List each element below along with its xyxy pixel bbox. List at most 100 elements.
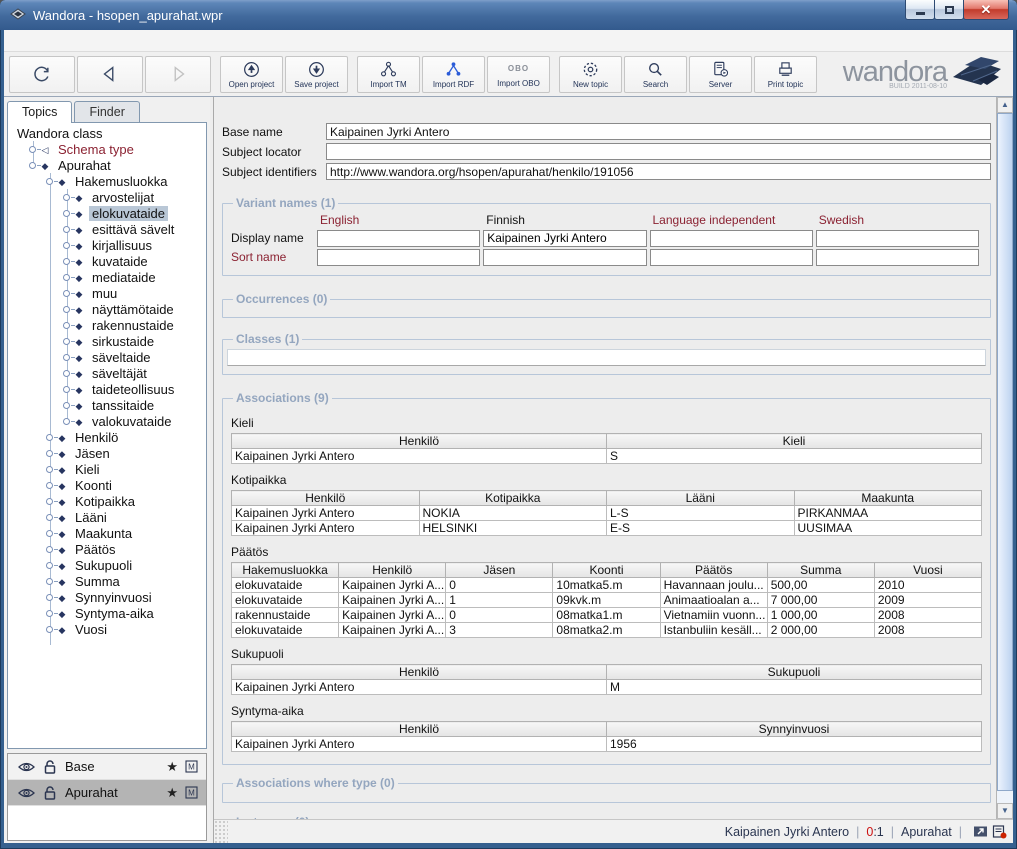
table-cell[interactable]: Kaipainen Jyrki Antero	[232, 737, 607, 752]
close-button[interactable]: ✕	[963, 0, 1009, 20]
tree-expand-handle[interactable]	[63, 210, 70, 217]
table-cell[interactable]: elokuvataide	[232, 593, 339, 608]
column-header[interactable]: Hakemusluokka	[232, 563, 339, 578]
tree-expand-handle[interactable]	[46, 450, 53, 457]
open-project-button[interactable]: Open project	[220, 56, 283, 93]
forward-button[interactable]	[145, 56, 211, 93]
tree-item[interactable]: ◆Kotipaikka	[8, 493, 206, 509]
association-type-label[interactable]: Kieli	[231, 416, 982, 430]
table-row[interactable]: rakennustaideKaipainen Jyrki A...008matk…	[232, 608, 982, 623]
table-cell[interactable]: 2008	[874, 623, 981, 638]
column-header[interactable]: Kieli	[607, 434, 982, 449]
tab-topics[interactable]: Topics	[7, 101, 72, 123]
tree-item[interactable]: ◆säveltäjät	[8, 365, 206, 381]
tree-expand-handle[interactable]	[63, 322, 70, 329]
tree-expand-handle[interactable]	[46, 562, 53, 569]
table-row[interactable]: Kaipainen Jyrki AnteroNOKIAL-SPIRKANMAA	[232, 506, 982, 521]
table-cell[interactable]: elokuvataide	[232, 623, 339, 638]
tree-item[interactable]: ◆Koonti	[8, 477, 206, 493]
column-header[interactable]: Vuosi	[874, 563, 981, 578]
table-cell[interactable]: 2008	[874, 608, 981, 623]
menu-item[interactable]	[108, 39, 124, 43]
column-header[interactable]: Henkilö	[339, 563, 446, 578]
tree-expand-handle[interactable]	[63, 402, 70, 409]
tree-item[interactable]: ◆Päätös	[8, 541, 206, 557]
column-header[interactable]: Henkilö	[232, 665, 607, 680]
tree-expand-handle[interactable]	[63, 306, 70, 313]
table-cell[interactable]: Kaipainen Jyrki A...	[339, 593, 446, 608]
tree-item[interactable]: ◆esittävä sävelt	[8, 221, 206, 237]
display-name-swedish-input[interactable]	[816, 230, 979, 247]
sort-name-english-input[interactable]	[317, 249, 480, 266]
sort-name-swedish-input[interactable]	[816, 249, 979, 266]
import-tm-button[interactable]: Import TM	[357, 56, 420, 93]
column-header[interactable]: Henkilö	[232, 434, 607, 449]
tree-expand-handle[interactable]	[63, 354, 70, 361]
sort-name-independent-input[interactable]	[650, 249, 813, 266]
column-header[interactable]: Kotipaikka	[419, 491, 607, 506]
tree-item[interactable]: ◆muu	[8, 285, 206, 301]
tree-item[interactable]: ◆säveltaide	[8, 349, 206, 365]
star-icon[interactable]: ★	[166, 759, 178, 775]
print-topic-button[interactable]: Print topic	[754, 56, 817, 93]
tree-item[interactable]: ◆Sukupuoli	[8, 557, 206, 573]
tree-item[interactable]: ◆arvostelijat	[8, 189, 206, 205]
tree-expand-handle[interactable]	[63, 370, 70, 377]
new-topic-button[interactable]: New topic	[559, 56, 622, 93]
column-header[interactable]: Lääni	[607, 491, 795, 506]
table-row[interactable]: elokuvataideKaipainen Jyrki A...109kvk.m…	[232, 593, 982, 608]
import-obo-button[interactable]: OBO Import OBO	[487, 56, 550, 93]
tree-expand-handle[interactable]	[63, 418, 70, 425]
lock-open-icon[interactable]	[43, 785, 57, 800]
table-cell[interactable]: 7 000,00	[767, 593, 874, 608]
sort-name-finnish-input[interactable]	[483, 249, 646, 266]
table-cell[interactable]: Animaatioalan a...	[660, 593, 767, 608]
column-header[interactable]: Sukupuoli	[607, 665, 982, 680]
table-cell[interactable]: S	[607, 449, 982, 464]
table-cell[interactable]: 1 000,00	[767, 608, 874, 623]
table-cell[interactable]: Kaipainen Jyrki Antero	[232, 506, 420, 521]
tree-expand-handle[interactable]	[46, 610, 53, 617]
scrollbar-thumb[interactable]	[997, 113, 1013, 791]
table-row[interactable]: Kaipainen Jyrki Antero1956	[232, 737, 982, 752]
association-type-label[interactable]: Sukupuoli	[231, 647, 982, 661]
class-item[interactable]	[227, 349, 986, 366]
tree-item[interactable]: ◆Jäsen	[8, 445, 206, 461]
table-cell[interactable]: rakennustaide	[232, 608, 339, 623]
tree-expand-handle[interactable]	[46, 178, 53, 185]
table-cell[interactable]: 08matka1.m	[553, 608, 660, 623]
open-in-graph-icon[interactable]	[973, 825, 988, 838]
table-cell[interactable]: 500,00	[767, 578, 874, 593]
tree-item[interactable]: ◁Schema type	[8, 141, 206, 157]
column-header[interactable]: Koonti	[553, 563, 660, 578]
subject-locator-input[interactable]	[326, 143, 991, 160]
column-header[interactable]: Maakunta	[794, 491, 982, 506]
column-header[interactable]: Summa	[767, 563, 874, 578]
scroll-down-button[interactable]: ▼	[997, 803, 1013, 819]
tree-item[interactable]: ◆taideteollisuus	[8, 381, 206, 397]
display-name-independent-input[interactable]	[650, 230, 813, 247]
table-cell[interactable]: 3	[446, 623, 553, 638]
menu-item[interactable]	[60, 39, 76, 43]
table-cell[interactable]: Kaipainen Jyrki A...	[339, 623, 446, 638]
tree-item[interactable]: ◆elokuvataide	[8, 205, 206, 221]
topic-tree-panel[interactable]: Wandora class ◁Schema type ◆Apurahat ◆Ha…	[7, 122, 207, 749]
eye-icon[interactable]	[18, 787, 35, 799]
tree-item[interactable]: ◆Hakemusluokka	[8, 173, 206, 189]
layer-row[interactable]: Apurahat ★ M	[8, 780, 206, 806]
table-cell[interactable]: Kaipainen Jyrki Antero	[232, 680, 607, 695]
table-cell[interactable]: 1	[446, 593, 553, 608]
tree-item[interactable]: ◆Syntyma-aika	[8, 605, 206, 621]
tree-expand-handle[interactable]	[46, 530, 53, 537]
tree-expand-handle[interactable]	[46, 434, 53, 441]
table-cell[interactable]: M	[607, 680, 982, 695]
subject-identifier-input[interactable]	[326, 163, 991, 180]
menu-item[interactable]	[124, 39, 140, 43]
table-cell[interactable]: Kaipainen Jyrki Antero	[232, 449, 607, 464]
table-cell[interactable]: 2 000,00	[767, 623, 874, 638]
scroll-up-button[interactable]: ▲	[997, 97, 1013, 113]
table-cell[interactable]: Istanbuliin kesäll...	[660, 623, 767, 638]
association-type-label[interactable]: Syntyma-aika	[231, 704, 982, 718]
tree-expand-handle[interactable]	[46, 498, 53, 505]
table-cell[interactable]: NOKIA	[419, 506, 607, 521]
